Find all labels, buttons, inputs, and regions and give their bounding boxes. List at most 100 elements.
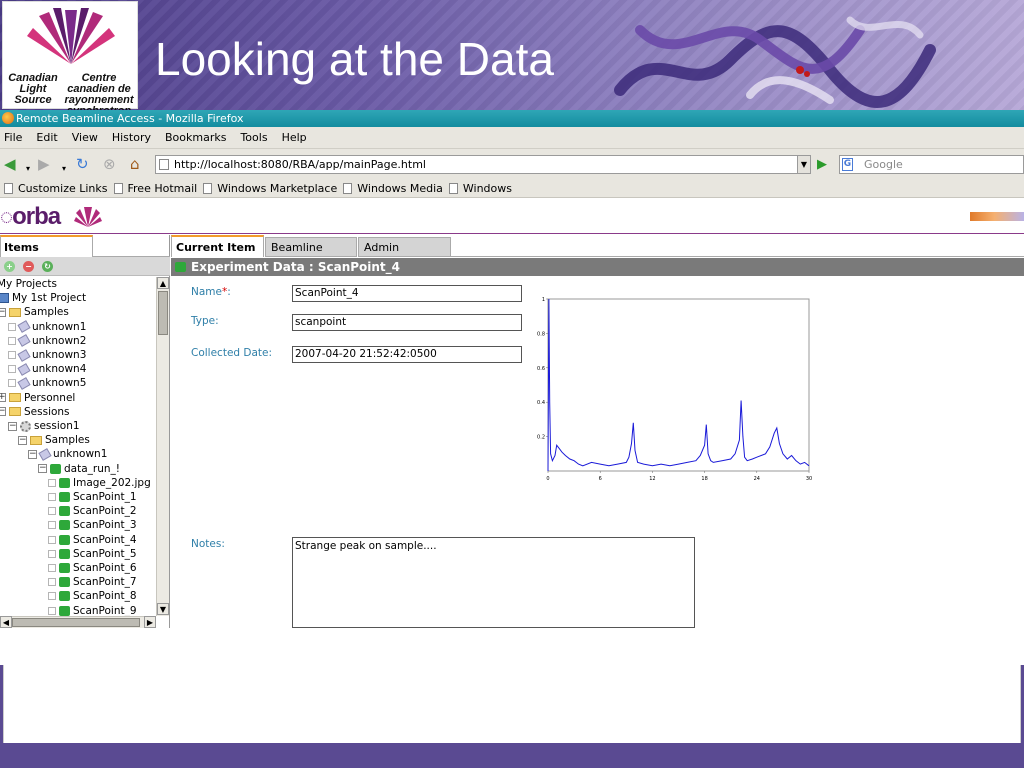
y-tick-label: 0.2 [537, 435, 545, 441]
scroll-up-icon[interactable]: ▲ [157, 277, 169, 289]
go-icon[interactable]: ▶ [813, 155, 831, 174]
scroll-down-icon[interactable]: ▼ [157, 603, 169, 615]
collected-date-field[interactable]: 2007-04-20 21:52:42:0500 [292, 346, 522, 363]
tree-checkbox[interactable] [48, 521, 56, 530]
tree-node[interactable]: unknown4 [8, 362, 86, 376]
menu-edit[interactable]: Edit [36, 131, 57, 144]
tree-node[interactable]: ScanPoint_6 [48, 561, 137, 575]
bookmark-item[interactable]: Windows Media [343, 182, 443, 195]
tree-node[interactable]: ScanPoint_1 [48, 490, 137, 504]
url-dropdown-icon[interactable]: ▼ [797, 155, 811, 174]
bookmark-item[interactable]: Free Hotmail [113, 182, 197, 195]
tree-checkbox[interactable] [48, 493, 56, 501]
name-field[interactable]: ScanPoint_4 [292, 285, 522, 302]
tree-checkbox[interactable] [48, 478, 56, 487]
tree-node[interactable]: ScanPoint_2 [48, 504, 137, 518]
collapse-icon[interactable]: − [18, 435, 27, 445]
reload-icon[interactable]: ↻ [76, 155, 89, 173]
tree-vertical-scrollbar[interactable]: ▲ ▼ [156, 277, 169, 616]
menu-bookmarks[interactable]: Bookmarks [165, 131, 226, 144]
tree-node[interactable]: unknown5 [8, 376, 86, 390]
name-label: Name*: [191, 286, 231, 298]
tree-horizontal-scrollbar[interactable]: ◀ ▶ [0, 616, 156, 628]
home-icon[interactable]: ⌂ [130, 155, 140, 173]
tree-checkbox[interactable] [48, 549, 56, 558]
tree-node[interactable]: unknown1 [8, 320, 86, 334]
tree-node[interactable]: ScanPoint_4 [48, 533, 137, 547]
tree-node[interactable]: unknown2 [8, 334, 86, 348]
data-item-icon [175, 262, 186, 272]
tree-node[interactable]: − Samples [0, 305, 69, 319]
tree-node[interactable]: unknown3 [8, 348, 86, 362]
scroll-thumb[interactable] [158, 291, 168, 335]
tree-node[interactable]: ScanPoint_3 [48, 518, 137, 532]
tab-items[interactable]: Items [0, 235, 93, 257]
tree-node[interactable]: ScanPoint_7 [48, 575, 137, 589]
google-icon[interactable]: G [842, 158, 853, 171]
collapse-icon[interactable]: − [0, 407, 6, 417]
tab-current-item[interactable]: Current Item [171, 235, 264, 257]
tree-checkbox[interactable] [8, 351, 16, 359]
tree-checkbox[interactable] [48, 592, 56, 601]
collapse-icon[interactable]: − [8, 421, 17, 431]
sample-tag-icon [17, 320, 31, 333]
tree-node[interactable]: − data_run_! [38, 462, 120, 476]
forward-dropdown-icon[interactable]: ▾ [62, 160, 66, 178]
tree-checkbox[interactable] [48, 507, 56, 516]
tree-checkbox[interactable] [8, 379, 16, 388]
folder-icon [9, 407, 21, 417]
forward-arrow-icon[interactable]: ▶ [38, 155, 50, 173]
add-icon[interactable]: + [4, 261, 15, 272]
tree-node[interactable]: ScanPoint_9 [48, 604, 137, 616]
tree-checkbox[interactable] [48, 535, 56, 544]
tree-checkbox[interactable] [8, 336, 16, 345]
scroll-right-icon[interactable]: ▶ [144, 616, 156, 628]
tree-node-label: unknown3 [32, 349, 87, 361]
tree-node[interactable]: Image_202.jpg [48, 476, 151, 490]
tree-node[interactable]: − unknown1 [28, 447, 107, 461]
expand-icon[interactable]: + [0, 393, 6, 403]
menu-tools[interactable]: Tools [240, 131, 267, 144]
menu-view[interactable]: View [72, 131, 98, 144]
tab-beamline[interactable]: Beamline [265, 237, 357, 257]
back-dropdown-icon[interactable]: ▾ [26, 160, 30, 178]
data-item-icon [59, 520, 70, 531]
url-bar[interactable]: http://localhost:8080/RBA/app/mainPage.h… [155, 155, 811, 174]
collapse-icon[interactable]: − [28, 449, 37, 459]
tree-node[interactable]: My Projects [0, 277, 57, 291]
tree-checkbox[interactable] [48, 564, 56, 572]
tree-checkbox[interactable] [48, 578, 56, 587]
remove-icon[interactable]: − [23, 261, 34, 272]
collapse-icon[interactable]: − [0, 307, 6, 317]
refresh-icon[interactable]: ↻ [42, 261, 53, 272]
tree-checkbox[interactable] [8, 322, 16, 331]
collapse-icon[interactable]: − [38, 464, 47, 474]
tree-node-label: Sessions [24, 405, 70, 418]
tree-checkbox[interactable] [48, 606, 56, 615]
tree-node[interactable]: ScanPoint_5 [48, 547, 137, 561]
tree-node[interactable]: ScanPoint_8 [48, 589, 137, 603]
search-input[interactable]: G Google [839, 155, 1024, 174]
scroll-left-icon[interactable]: ◀ [0, 616, 12, 628]
tree-node[interactable]: + Personnel [0, 391, 75, 405]
stop-icon[interactable]: ⊗ [103, 155, 116, 173]
menu-file[interactable]: File [4, 131, 22, 144]
tree-checkbox[interactable] [8, 365, 16, 374]
tree-node-label: Samples [45, 434, 90, 447]
data-item-icon [59, 577, 70, 588]
tree-node[interactable]: − Samples [18, 433, 90, 447]
tree-node[interactable]: My 1st Project [0, 291, 86, 305]
menu-help[interactable]: Help [282, 131, 307, 144]
bookmark-item[interactable]: Windows Marketplace [203, 182, 337, 195]
menu-history[interactable]: History [112, 131, 151, 144]
bookmark-item[interactable]: Windows [448, 182, 512, 195]
tab-admin[interactable]: Admin [358, 237, 451, 257]
notes-textarea[interactable]: Strange peak on sample.... [292, 537, 695, 628]
bookmark-item[interactable]: Customize Links [4, 182, 108, 195]
tree-node-label: unknown4 [32, 363, 87, 376]
scroll-thumb[interactable] [12, 618, 140, 627]
tree-node[interactable]: − session1 [8, 419, 80, 433]
tree-node[interactable]: − Sessions [0, 405, 70, 419]
type-field[interactable]: scanpoint [292, 314, 522, 331]
back-arrow-icon[interactable]: ◀ [4, 155, 16, 173]
